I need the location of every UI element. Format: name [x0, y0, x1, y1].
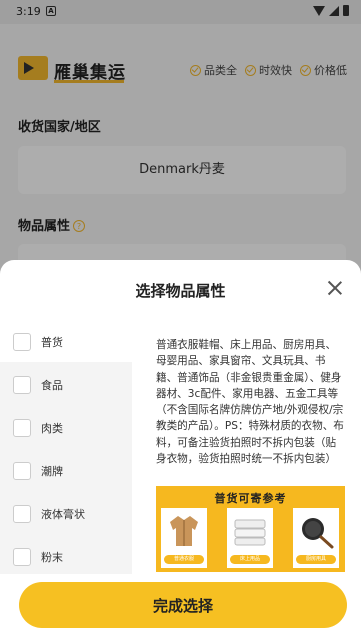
reference-card: 床上用品 [227, 508, 273, 568]
category-checkbox[interactable] [13, 332, 31, 351]
sheet-title: 选择物品属性 [135, 282, 226, 300]
category-item[interactable]: 普货 [0, 320, 132, 363]
category-checkbox[interactable] [13, 504, 31, 523]
category-checkbox[interactable] [13, 461, 31, 480]
category-item[interactable]: 食品 [0, 363, 132, 406]
category-item[interactable]: 液体膏状 [0, 492, 132, 535]
category-label: 液体膏状 [41, 507, 85, 521]
category-label: 粉末 [41, 550, 63, 564]
category-item[interactable]: 粉末 [0, 535, 132, 578]
attribute-bottom-sheet: 选择物品属性 普货 食品 肉类 潮牌 液体膏状 粉末 普通衣服鞋帽、床上用品、厨… [0, 260, 361, 637]
reference-card: 厨房用具 [293, 508, 339, 568]
close-icon[interactable] [327, 280, 343, 296]
reference-tag: 厨房用具 [296, 555, 336, 564]
reference-title: 普货可寄参考 [214, 492, 287, 505]
category-item[interactable]: 潮牌 [0, 449, 132, 492]
frying-pan-icon [302, 518, 334, 549]
category-checkbox[interactable] [13, 547, 31, 566]
reference-panel: 普货可寄参考 普通衣服 床上用品 厨房用具 [156, 486, 345, 572]
category-description: 普通衣服鞋帽、床上用品、厨房用具、母婴用品、家具窗帘、文具玩具、书籍、普通饰品（… [156, 339, 344, 466]
category-label: 肉类 [41, 421, 63, 435]
jacket-icon [170, 516, 198, 546]
category-checkbox[interactable] [13, 418, 31, 437]
reference-tag: 普通衣服 [164, 555, 204, 564]
category-label: 普货 [41, 335, 63, 349]
bedding-icon [234, 519, 266, 546]
category-item[interactable]: 肉类 [0, 406, 132, 449]
category-checkbox[interactable] [13, 375, 31, 394]
reference-card: 普通衣服 [161, 508, 207, 568]
category-list: 普货 食品 肉类 潮牌 液体膏状 粉末 [0, 320, 132, 574]
reference-tag: 床上用品 [230, 555, 270, 564]
category-label: 潮牌 [41, 464, 63, 478]
category-label: 食品 [41, 378, 63, 392]
confirm-selection-button[interactable]: 完成选择 [19, 582, 347, 628]
